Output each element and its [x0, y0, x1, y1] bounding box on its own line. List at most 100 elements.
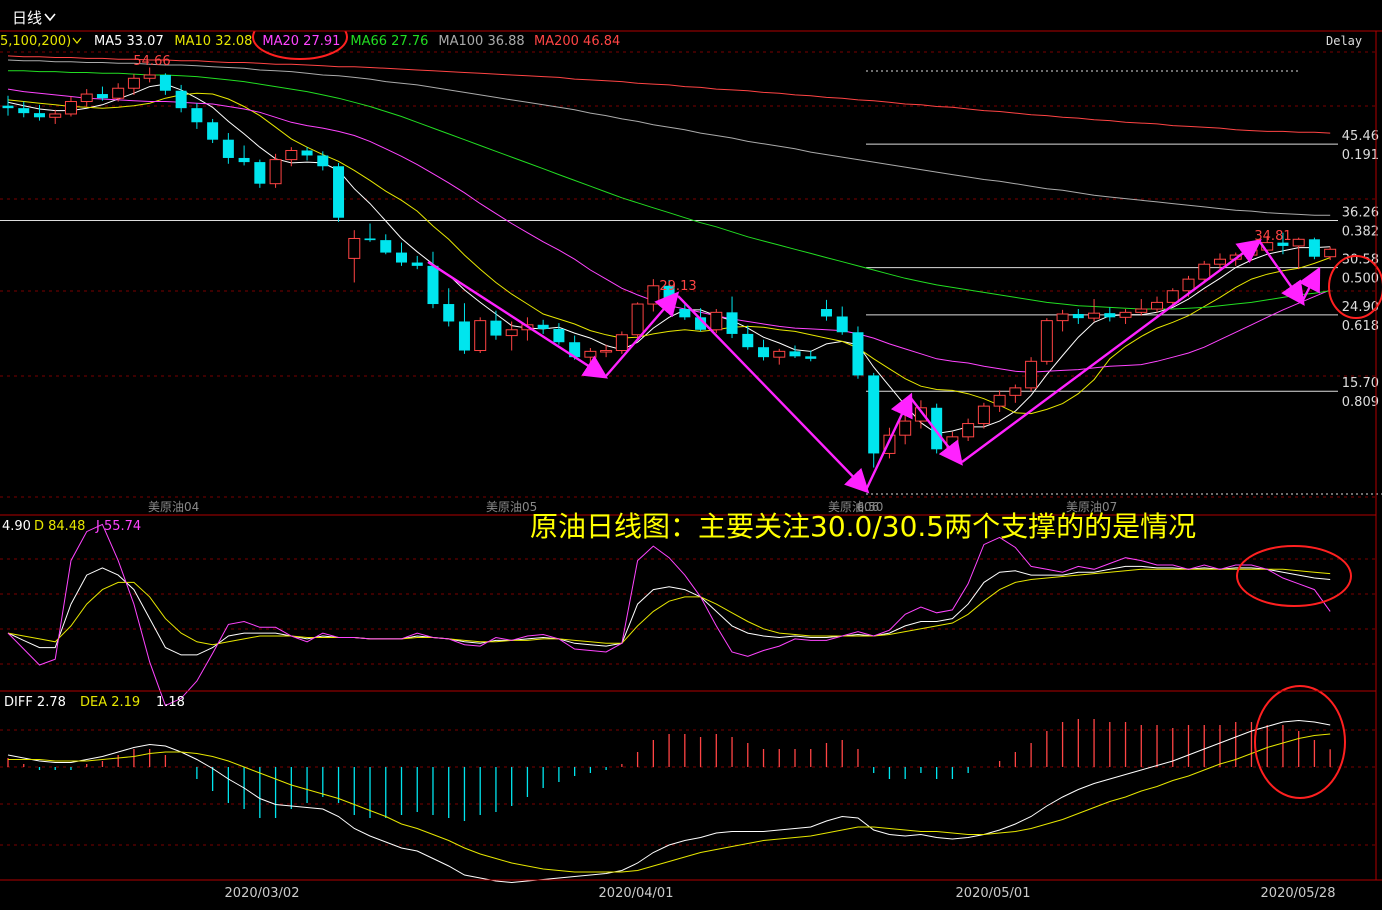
delay-label: Delay: [1326, 34, 1362, 48]
candle-body-26: [411, 262, 423, 266]
candle-body-52: [820, 309, 832, 317]
candle-body-16: [254, 162, 266, 184]
candle-body-1: [18, 108, 30, 114]
candle-body-66: [1040, 320, 1053, 362]
date-label-0528: 2020/05/28: [1261, 886, 1336, 901]
price-mark-high: 54.66: [133, 54, 170, 69]
candle-body-8: [127, 77, 140, 89]
price-mark-3481: 34.81: [1254, 229, 1291, 244]
candle-body-15: [238, 157, 250, 163]
candle-body-18: [285, 149, 298, 161]
candle-body-9: [143, 74, 156, 79]
period-selector[interactable]: 日线: [12, 9, 42, 27]
candle-body-73: [1151, 301, 1164, 310]
candle-body-65: [1025, 360, 1038, 389]
candle-body-45: [710, 311, 723, 331]
candle-body-0: [2, 105, 14, 109]
macd-diff-label: DIFF 2.78: [4, 695, 66, 710]
candle-body-12: [191, 108, 203, 123]
candle-body-39: [615, 334, 628, 352]
fib-price-label-0: 45.46: [1342, 129, 1379, 144]
candle-body-84: [1324, 248, 1337, 258]
candle-body-25: [396, 252, 407, 263]
date-label-0501: 2020/05/01: [956, 886, 1031, 901]
candle-body-4: [64, 101, 77, 115]
candle-body-38: [600, 350, 613, 353]
ma-legend-item-2: MA20 27.91: [262, 34, 340, 49]
candle-body-43: [679, 309, 691, 318]
candle-body-77: [1213, 258, 1226, 265]
candle-body-55: [868, 375, 880, 454]
candle-body-64: [1009, 387, 1022, 396]
date-label-0302: 2020/03/02: [225, 886, 300, 901]
ma-legend-item-1: MA10 32.08: [174, 34, 252, 49]
fib-ratio-label-0: 0.191: [1342, 148, 1379, 163]
candle-body-7: [112, 87, 125, 99]
candle-body-27: [427, 265, 439, 305]
price-mark-2913: 29.13: [659, 279, 696, 294]
ma-legend-item-3: MA66 27.76: [350, 34, 428, 49]
candle-body-51: [805, 356, 817, 359]
candle-body-82: [1292, 238, 1305, 247]
candle-body-47: [742, 333, 754, 348]
candle-body-17: [269, 159, 282, 185]
toolbar-bar: [0, 0, 1382, 31]
candle-body-11: [175, 90, 187, 109]
candle-body-76: [1198, 263, 1211, 280]
macd-dea-label: DEA 2.19: [80, 695, 140, 710]
candle-body-22: [348, 237, 361, 259]
candle-body-14: [222, 139, 234, 158]
ma-legend-item-4: MA100 36.88: [438, 34, 524, 49]
fib-price-label-3: 24.90: [1342, 300, 1379, 315]
ma-params-label[interactable]: 5,100,200): [0, 34, 71, 49]
date-label-0401: 2020/04/01: [599, 886, 674, 901]
candle-body-20: [317, 155, 329, 167]
candle-body-74: [1166, 290, 1179, 303]
fib-price-label-1: 36.26: [1342, 206, 1379, 221]
candle-body-67: [1056, 313, 1069, 322]
ma-legend-item-5: MA200 46.84: [534, 34, 620, 49]
candle-body-50: [789, 351, 801, 357]
candle-body-35: [553, 328, 565, 343]
candle-body-29: [458, 321, 470, 351]
fib-price-label-2: 30.58: [1342, 253, 1379, 268]
candle-body-68: [1072, 314, 1084, 319]
candle-body-61: [962, 423, 975, 438]
candle-body-23: [364, 238, 376, 241]
candle-body-3: [49, 113, 62, 118]
macd-value-label: 1.18: [156, 695, 185, 710]
candle-body-13: [207, 122, 219, 140]
fib-ratio-label-2: 0.500: [1342, 272, 1379, 287]
candle-body-10: [159, 74, 171, 91]
candle-body-21: [333, 166, 345, 218]
contract-label-04: 美原油04: [148, 500, 199, 514]
candle-body-31: [490, 320, 502, 336]
candle-body-41: [647, 285, 660, 305]
candle-body-46: [726, 312, 738, 334]
candle-body-49: [773, 350, 786, 358]
candle-body-28: [443, 304, 455, 322]
candle-body-48: [758, 347, 770, 358]
chart-stage: 45.46 0.191 36.26 0.382 30.58 0.500 24.90 0.618…: [0, 0, 1382, 910]
kdj-d-label: D 84.48: [34, 519, 85, 534]
fib-price-label-4: 15.70: [1342, 376, 1379, 391]
candle-body-34: [537, 324, 549, 329]
candle-body-37: [584, 350, 597, 358]
candle-body-57: [899, 420, 912, 436]
fib-ratio-label-4: 0.809: [1342, 395, 1379, 410]
kdj-k-label: 4.90: [2, 519, 31, 534]
candle-body-2: [33, 113, 45, 118]
candle-body-40: [631, 303, 644, 336]
candle-body-63: [993, 394, 1006, 407]
candle-body-62: [977, 405, 990, 425]
fib-ratio-label-1: 0.382: [1342, 225, 1379, 240]
candle-body-72: [1135, 308, 1148, 313]
candle-body-69: [1088, 312, 1101, 319]
ma-legend-item-0: MA5 33.07: [94, 34, 164, 49]
candle-body-83: [1308, 239, 1320, 257]
candle-body-71: [1119, 311, 1132, 318]
fib-ratio-label-3: 0.618: [1342, 319, 1379, 334]
candle-body-6: [96, 94, 108, 99]
candle-body-19: [301, 150, 313, 156]
candle-body-70: [1104, 313, 1116, 318]
